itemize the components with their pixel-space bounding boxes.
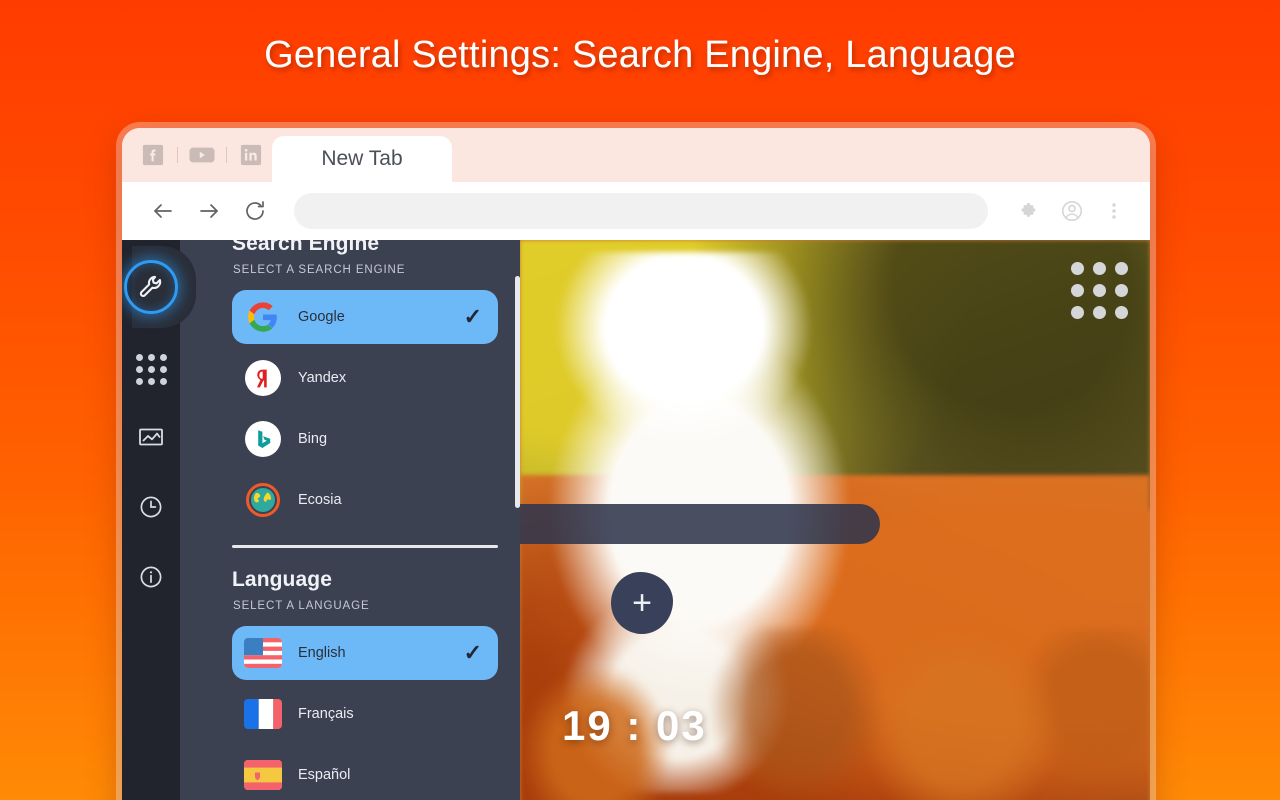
option-label: Bing	[298, 431, 328, 447]
clock-display: 19 : 03	[562, 702, 707, 749]
tab-new-tab[interactable]: New Tab	[272, 136, 452, 182]
yandex-icon	[244, 359, 282, 397]
option-label: Google	[298, 309, 345, 325]
settings-panel: Search Engine SELECT A SEARCH ENGINE Goo…	[180, 240, 520, 800]
option-label: Ecosia	[298, 492, 342, 508]
sidebar-rail	[122, 240, 196, 800]
account-circle-icon[interactable]	[1054, 193, 1090, 229]
language-option-espanol[interactable]: Español	[232, 748, 498, 800]
facebook-icon[interactable]	[138, 140, 168, 170]
option-label: Español	[298, 767, 351, 783]
browser-tab-strip: New Tab	[122, 128, 1150, 182]
three-dots-vertical-icon[interactable]	[1096, 193, 1132, 229]
wrench-icon	[124, 260, 178, 314]
reload-icon[interactable]	[236, 192, 274, 230]
search-engine-option-yandex[interactable]: Yandex	[232, 351, 498, 405]
arrow-right-icon[interactable]	[190, 192, 228, 230]
language-option-francais[interactable]: Français	[232, 687, 498, 741]
search-engine-heading: Search Engine	[232, 240, 380, 255]
flag-us-icon	[244, 634, 282, 672]
quick-link-separator	[177, 147, 178, 163]
language-heading: Language	[232, 568, 332, 591]
check-icon: ✓	[463, 640, 482, 665]
sidebar-item-wallpaper[interactable]	[122, 404, 180, 474]
wallpaper-area: + 19 : 03	[520, 240, 1150, 800]
check-icon: ✓	[463, 304, 482, 329]
google-icon	[244, 298, 282, 336]
flag-es-icon	[244, 756, 282, 794]
info-circle-icon	[138, 564, 164, 595]
page-headline: General Settings: Search Engine, Languag…	[264, 34, 1016, 76]
sidebar-item-history[interactable]	[122, 474, 180, 544]
clock-icon	[138, 494, 164, 525]
search-engine-subheading: SELECT A SEARCH ENGINE	[233, 264, 406, 276]
screenshot-root: General Settings: Search Engine, Languag…	[0, 0, 1280, 800]
newtab-search-input[interactable]	[520, 504, 880, 544]
section-divider	[232, 545, 498, 548]
panel-scrollbar[interactable]	[515, 276, 520, 508]
sidebar-item-settings[interactable]	[122, 240, 180, 334]
image-icon	[137, 425, 165, 454]
language-option-english[interactable]: English ✓	[232, 626, 498, 680]
ecosia-icon	[244, 481, 282, 519]
sidebar-item-about[interactable]	[122, 544, 180, 614]
language-subheading: SELECT A LANGUAGE	[233, 600, 370, 612]
linkedin-icon[interactable]	[236, 140, 266, 170]
option-label: Français	[298, 706, 354, 722]
arrow-left-icon[interactable]	[144, 192, 182, 230]
puzzle-icon[interactable]	[1012, 193, 1048, 229]
sidebar-item-apps[interactable]	[122, 334, 180, 404]
bing-icon	[244, 420, 282, 458]
search-engine-option-ecosia[interactable]: Ecosia	[232, 473, 498, 527]
browser-window: New Tab Search Engine SELECT A SEARCH EN…	[122, 128, 1150, 800]
dots-grid-icon	[135, 353, 167, 385]
address-bar[interactable]	[294, 193, 988, 229]
option-label: English	[298, 645, 346, 661]
dots-grid-icon[interactable]	[1071, 262, 1128, 319]
flag-fr-icon	[244, 695, 282, 733]
new-tab-page: Search Engine SELECT A SEARCH ENGINE Goo…	[122, 240, 1150, 800]
search-engine-option-bing[interactable]: Bing	[232, 412, 498, 466]
search-engine-option-google[interactable]: Google ✓	[232, 290, 498, 344]
browser-toolbar	[122, 182, 1150, 240]
youtube-icon[interactable]	[187, 140, 217, 170]
plus-icon: +	[632, 584, 652, 622]
quick-links-bar	[122, 128, 272, 182]
option-label: Yandex	[298, 370, 347, 386]
tab-title: New Tab	[321, 147, 403, 170]
quick-link-separator	[226, 147, 227, 163]
